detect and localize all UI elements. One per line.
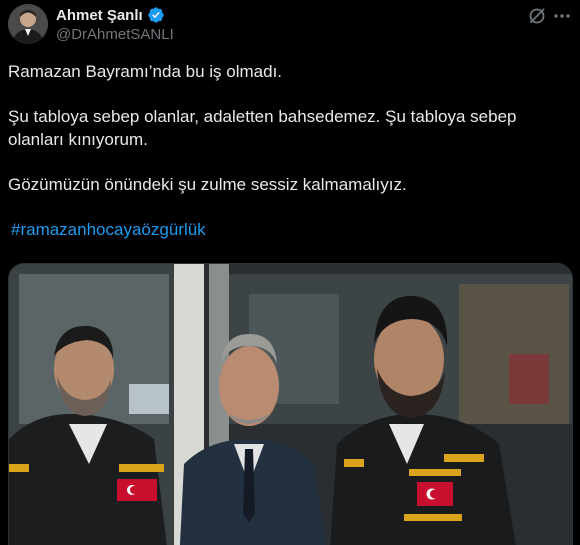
photo-scene <box>9 264 572 545</box>
tweet-text: Ramazan Bayramı’nda bu iş olmadı. Şu tab… <box>8 60 548 241</box>
tweet-paragraph: Şu tabloya sebep olanlar, adaletten bahs… <box>8 107 517 149</box>
more-icon[interactable] <box>552 6 572 26</box>
verified-badge-icon[interactable] <box>147 6 165 24</box>
hashtag-link[interactable]: #ramazanhocayaözgürlük <box>11 218 206 241</box>
author-display-name[interactable]: Ahmet Şanlı <box>56 7 143 24</box>
tweet-paragraph: Gözümüzün önündeki şu zulme sessiz kalma… <box>8 175 407 194</box>
author-name-row: Ahmet Şanlı <box>56 6 165 24</box>
tweet-paragraph: Ramazan Bayramı’nda bu iş olmadı. <box>8 62 283 81</box>
tweet-media-photo[interactable] <box>8 263 573 545</box>
grok-icon[interactable] <box>527 6 547 26</box>
avatar-photo <box>8 4 48 44</box>
avatar[interactable] <box>8 4 48 44</box>
author-handle[interactable]: @DrAhmetSANLI <box>56 26 174 43</box>
